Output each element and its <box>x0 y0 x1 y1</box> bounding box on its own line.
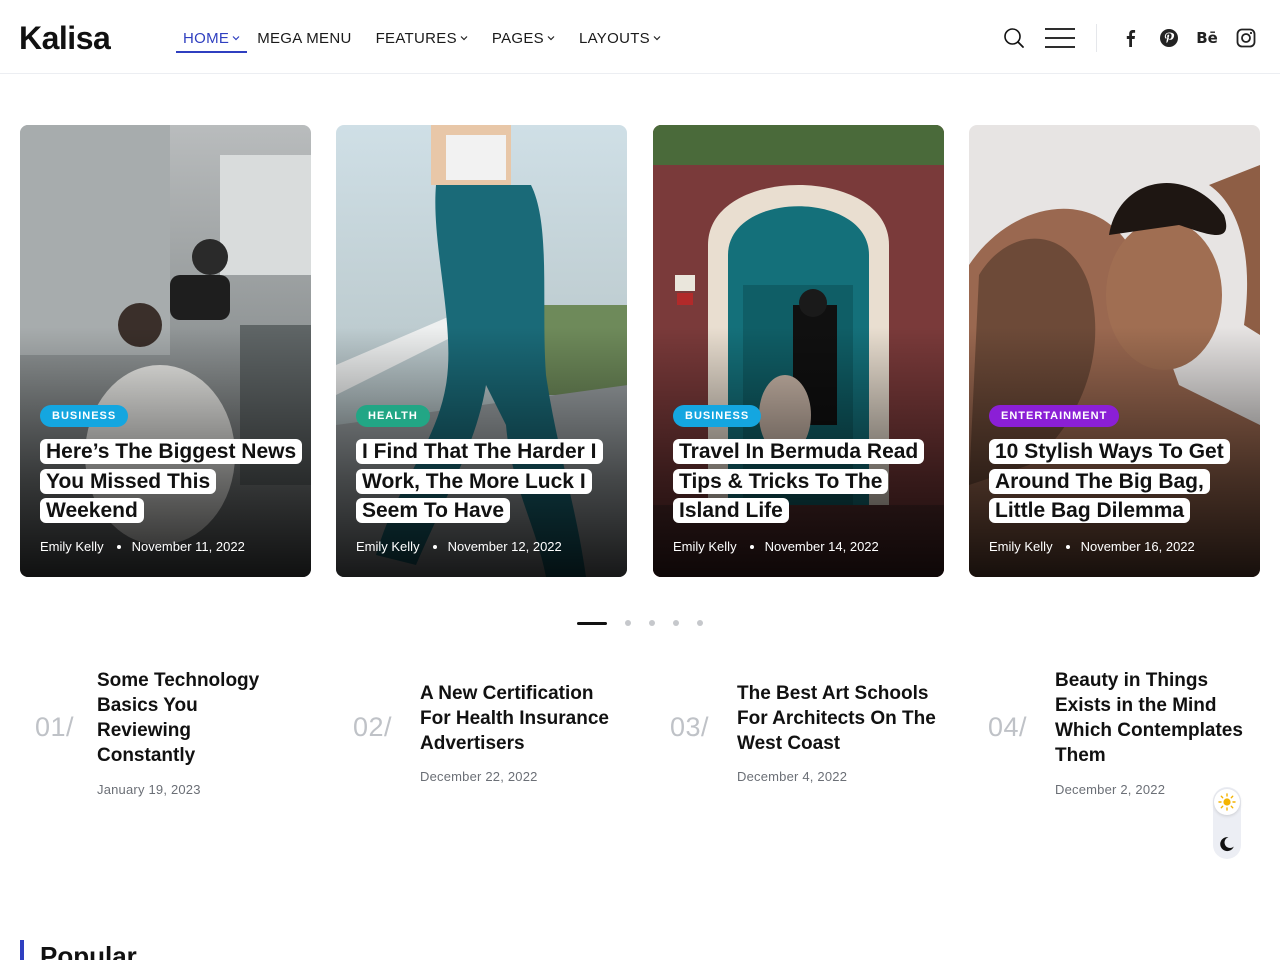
chevron-down-icon <box>232 36 240 41</box>
card-meta: Emily Kelly November 12, 2022 <box>356 539 562 554</box>
trending-title[interactable]: Beauty in Things Exists in the Mind Whic… <box>1055 668 1255 768</box>
behance-icon[interactable]: Bē <box>1194 25 1220 51</box>
card-title-text: I Find That The Harder I Work, The More … <box>356 439 603 523</box>
trending-number: 01/ <box>35 712 75 742</box>
section-accent-bar <box>20 940 24 960</box>
sun-icon[interactable] <box>1214 789 1240 815</box>
nav-pages[interactable]: PAGES <box>492 24 555 52</box>
chevron-down-icon <box>547 36 555 41</box>
slider-dot[interactable] <box>697 620 703 626</box>
nav-pages-label: PAGES <box>491 29 544 47</box>
trending-item: 02/ A New Certification For Health Insur… <box>353 681 623 791</box>
trending-date: December 22, 2022 <box>420 769 538 784</box>
nav-mega-menu-label: MEGA MENU <box>257 29 352 47</box>
header-divider <box>1096 24 1097 52</box>
author-name[interactable]: Emily Kelly <box>989 539 1053 554</box>
main-nav: HOME MEGA MENU FEATURES PAGES LAYOUTS <box>176 24 685 53</box>
trending-item: 04/ Beauty in Things Exists in the Mind … <box>988 668 1258 808</box>
trending-date: January 19, 2023 <box>97 782 201 797</box>
instagram-icon[interactable] <box>1233 25 1259 51</box>
card-meta: Emily Kelly November 14, 2022 <box>673 539 879 554</box>
featured-card[interactable]: BUSINESS Travel In Bermuda Read Tips & T… <box>653 125 944 577</box>
nav-home-label: HOME <box>183 29 230 47</box>
post-date: November 16, 2022 <box>1080 539 1195 554</box>
trending-number: 03/ <box>670 712 710 742</box>
slider-pagination <box>577 620 721 626</box>
slider-dot[interactable] <box>625 620 631 626</box>
card-title-text: 10 Stylish Ways To Get Around The Big Ba… <box>989 439 1230 523</box>
chevron-down-icon <box>653 36 661 41</box>
slider-dot[interactable] <box>673 620 679 626</box>
trending-title[interactable]: Some Technology Basics You Reviewing Con… <box>97 668 287 768</box>
slider-dot-active[interactable] <box>577 621 607 625</box>
nav-features-label: FEATURES <box>375 29 457 47</box>
card-title[interactable]: 10 Stylish Ways To Get Around The Big Ba… <box>989 437 1251 526</box>
author-name[interactable]: Emily Kelly <box>356 539 420 554</box>
trending-item: 03/ The Best Art Schools For Architects … <box>670 681 940 791</box>
card-title[interactable]: Here’s The Biggest News You Missed This … <box>40 437 303 526</box>
category-badge[interactable]: BUSINESS <box>40 405 129 427</box>
chevron-down-icon <box>460 36 468 41</box>
card-title-text: Travel In Bermuda Read Tips & Tricks To … <box>673 439 925 523</box>
pinterest-icon[interactable] <box>1156 25 1182 51</box>
featured-card[interactable]: BUSINESS Here’s The Biggest News You Mis… <box>20 125 311 577</box>
hamburger-menu-icon[interactable] <box>1044 26 1076 50</box>
card-title[interactable]: I Find That The Harder I Work, The More … <box>356 437 618 526</box>
author-name[interactable]: Emily Kelly <box>40 539 104 554</box>
category-badge[interactable]: HEALTH <box>356 405 430 427</box>
featured-card[interactable]: HEALTH I Find That The Harder I Work, Th… <box>336 125 627 577</box>
card-meta: Emily Kelly November 11, 2022 <box>40 539 245 554</box>
trending-title[interactable]: A New Certification For Health Insurance… <box>420 681 625 756</box>
site-logo[interactable]: Kalisa <box>19 18 111 58</box>
trending-item: 01/ Some Technology Basics You Reviewing… <box>35 668 285 808</box>
trending-title[interactable]: The Best Art Schools For Architects On T… <box>737 681 937 756</box>
author-name[interactable]: Emily Kelly <box>673 539 737 554</box>
meta-separator <box>432 544 437 549</box>
meta-separator <box>749 544 754 549</box>
card-title[interactable]: Travel In Bermuda Read Tips & Tricks To … <box>673 437 935 526</box>
featured-card[interactable]: ENTERTAINMENT 10 Stylish Ways To Get Aro… <box>969 125 1260 577</box>
nav-layouts[interactable]: LAYOUTS <box>579 24 661 52</box>
card-title-text: Here’s The Biggest News You Missed This … <box>40 439 303 523</box>
section-title-popular: Popular <box>40 941 137 960</box>
nav-features[interactable]: FEATURES <box>376 24 468 52</box>
trending-date: December 4, 2022 <box>737 769 848 784</box>
nav-layouts-label: LAYOUTS <box>578 29 650 47</box>
post-date: November 12, 2022 <box>447 539 562 554</box>
card-meta: Emily Kelly November 16, 2022 <box>989 539 1195 554</box>
meta-separator <box>116 544 121 549</box>
site-header: Kalisa HOME MEGA MENU FEATURES PAGES LAY… <box>0 0 1280 74</box>
post-date: November 11, 2022 <box>131 539 245 554</box>
slider-dot[interactable] <box>649 620 655 626</box>
trending-date: December 2, 2022 <box>1055 782 1166 797</box>
facebook-icon[interactable] <box>1117 25 1143 51</box>
nav-mega-menu[interactable]: MEGA MENU <box>257 24 351 52</box>
category-badge[interactable]: BUSINESS <box>673 405 762 427</box>
trending-number: 02/ <box>353 712 393 742</box>
nav-home[interactable]: HOME <box>176 24 248 53</box>
meta-separator <box>1065 544 1070 549</box>
moon-icon[interactable] <box>1216 833 1238 855</box>
category-badge[interactable]: ENTERTAINMENT <box>989 405 1120 427</box>
trending-number: 04/ <box>988 712 1028 742</box>
search-icon[interactable] <box>1002 26 1026 50</box>
post-date: November 14, 2022 <box>764 539 879 554</box>
theme-toggle[interactable] <box>1213 787 1241 859</box>
